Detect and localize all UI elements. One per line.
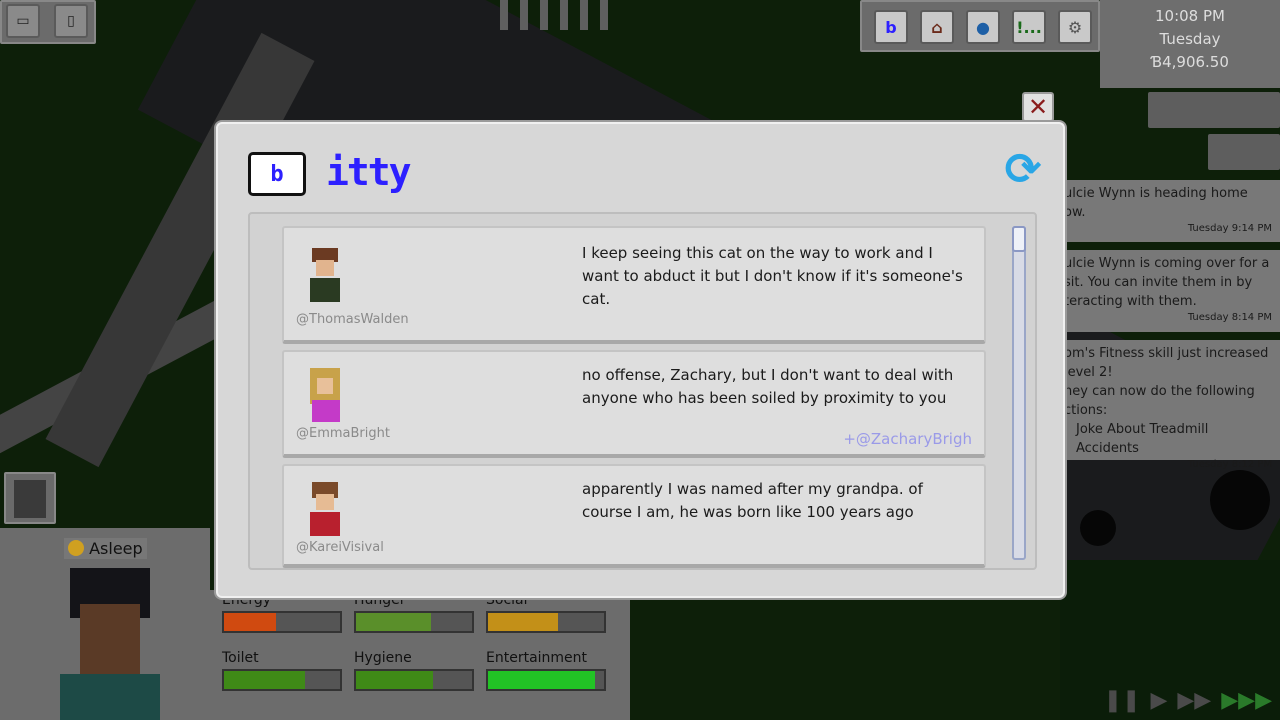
post-mention[interactable]: +@ZacharyBrigh [843,430,972,448]
post-text: I keep seeing this cat on the way to wor… [582,244,963,308]
notification-line: sit. You can invite them in by [1064,275,1253,290]
shirt [60,674,160,720]
need-hunger: Hunger [354,592,474,633]
refresh-icon[interactable]: ⟳ [998,144,1048,195]
notification-line: teracting with them. [1064,294,1197,309]
notification-line: ow. [1064,205,1086,220]
world-icon[interactable]: ● [966,10,1000,44]
avatar-face [316,260,334,276]
close-icon: ✕ [1027,93,1049,121]
notification[interactable]: om's Fitness skill just increased level … [1062,340,1280,470]
need-social: Social [486,592,606,633]
notification-line: Joke About Treadmill Accidents [1076,422,1209,456]
avatar-shirt [310,512,340,536]
avatar-face [317,378,333,394]
need-bar [222,669,342,691]
itty-logo-icon: b [248,152,306,196]
face [80,604,140,674]
character-thumbnail [14,480,46,518]
logo-glyph: b [270,161,284,187]
notification-line: om's Fitness skill just increased [1064,346,1269,361]
avatar-shirt [312,400,340,422]
sleep-icon [68,540,84,556]
need-bar [486,611,606,633]
build-icon[interactable]: ⌂ [920,10,954,44]
notification-line: ulcie Wynn is heading home [1064,186,1248,201]
avatar-face [316,494,334,510]
need-fill [224,671,306,689]
need-fill [356,671,433,689]
settings-icon[interactable]: ⚙ [1058,10,1092,44]
notification-line: level 2! [1064,365,1113,380]
objectives-icon[interactable]: !... [1012,10,1046,44]
need-fill [224,613,277,631]
itty-app-window: b itty ⟳ @ThomasWalden I keep seeing thi… [216,122,1065,598]
money: Ɓ4,906.50 [1151,53,1229,71]
avatar [308,368,344,422]
avatar [308,248,344,302]
feed[interactable]: @ThomasWalden I keep seeing this cat on … [248,212,1037,570]
character-selector[interactable] [4,472,56,524]
fast-forward-icon[interactable]: ▶▶ [1177,688,1211,713]
need-hygiene: Hygiene [354,650,474,691]
feed-scrollbar[interactable] [1012,226,1026,560]
bed-icon[interactable]: ▭ [6,4,40,38]
notification-line: ctions: [1064,403,1108,418]
avatar-shirt [310,278,340,302]
need-fill [488,671,595,689]
need-bar [486,669,606,691]
need-fill [488,613,558,631]
status-badge: Asleep [64,538,147,559]
main-toolbar: b ⌂ ● !... ⚙ [860,0,1100,52]
need-fill [356,613,432,631]
needs-panel: Energy Hunger Social Toilet Hygiene Ente… [210,590,630,720]
need-label: Entertainment [486,650,588,666]
post[interactable]: @KareiVisival apparently I was named aft… [282,464,986,568]
sim-portrait-panel: Asleep [0,528,210,720]
clock-panel: 10:08 PM Tuesday Ɓ4,906.50 [1100,0,1280,88]
post-handle[interactable]: @KareiVisival [296,540,384,555]
notification-line: ulcie Wynn is coming over for a [1064,256,1270,271]
notification-time: Tuesday 8:12 PM [1187,459,1272,470]
avatar [308,482,344,536]
speed-controls: ❚❚ ▶ ▶▶ ▶▶▶ [1104,680,1280,720]
fridge-icon[interactable]: ▯ [54,4,88,38]
pause-icon[interactable]: ❚❚ [1104,688,1141,713]
app-title: itty [326,150,412,194]
need-bar [354,669,474,691]
sim-portrait [60,568,160,720]
day: Tuesday [1159,30,1221,48]
post-text: apparently I was named after my grandpa.… [582,480,923,521]
status-label: Asleep [89,539,143,558]
need-label: Hygiene [354,650,412,666]
notification[interactable]: ulcie Wynn is coming over for a sit. You… [1062,250,1280,332]
post[interactable]: @EmmaBright no offense, Zachary, but I d… [282,350,986,458]
notification-time: Tuesday 8:14 PM [1187,312,1272,323]
post-handle[interactable]: @ThomasWalden [296,312,409,327]
scrollbar-thumb[interactable] [1012,226,1026,252]
notification[interactable]: ulcie Wynn is heading home ow. Tuesday 9… [1062,180,1280,242]
floor-controls [1208,134,1280,170]
post[interactable]: @ThomasWalden I keep seeing this cat on … [282,226,986,344]
play-icon[interactable]: ▶ [1150,688,1167,713]
need-entertainment: Entertainment [486,650,606,691]
time: 10:08 PM [1155,7,1225,25]
need-label: Toilet [222,650,259,666]
phone-app-icon[interactable]: b [874,10,908,44]
post-text: no offense, Zachary, but I don't want to… [582,366,954,407]
close-button[interactable]: ✕ [1022,92,1054,122]
need-bar [354,611,474,633]
need-toilet: Toilet [222,650,342,691]
camera-controls [1148,92,1280,128]
need-bar [222,611,342,633]
need-energy: Energy [222,592,342,633]
top-left-toolbar: ▭ ▯ [0,0,96,44]
fastest-icon[interactable]: ▶▶▶ [1221,688,1272,713]
notification-line: ney can now do the following [1064,384,1255,399]
notification-time: Tuesday 9:14 PM [1187,223,1272,234]
post-handle[interactable]: @EmmaBright [296,426,390,441]
